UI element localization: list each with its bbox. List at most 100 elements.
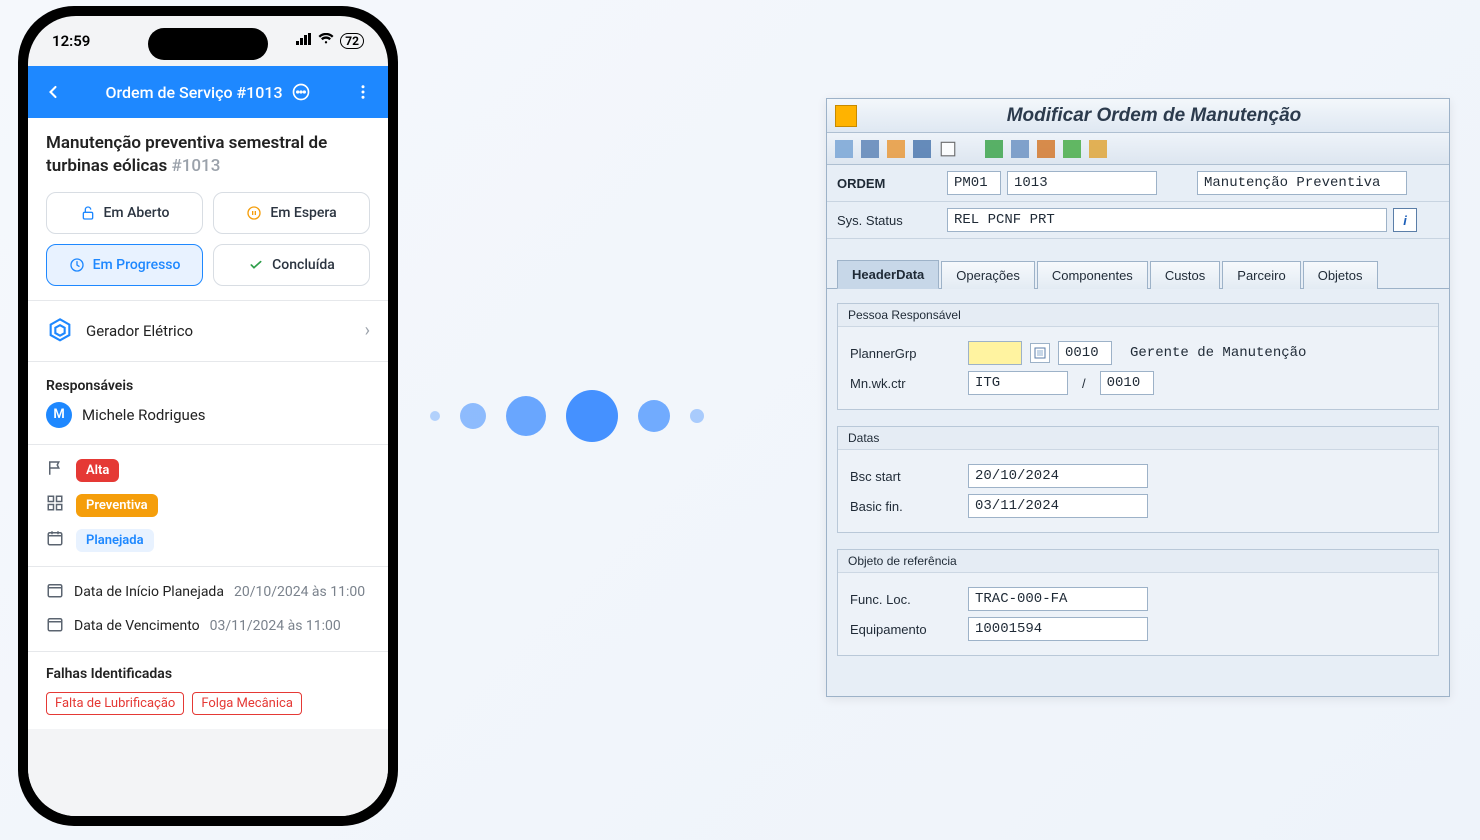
content-scroll[interactable]: Manutenção preventiva semestral de turbi… — [28, 118, 388, 816]
funcloc-input[interactable]: TRAC-000-FA — [968, 587, 1148, 611]
status-label: Sys. Status — [837, 213, 947, 228]
failures-block: Falhas Identificadas Falta de Lubrificaç… — [28, 652, 388, 729]
fieldset-legend: Objeto de referência — [838, 550, 1438, 573]
fieldset-legend: Pessoa Responsável — [838, 304, 1438, 327]
wifi-icon — [318, 33, 334, 49]
toolbar-icon[interactable] — [985, 140, 1003, 158]
slash-divider: / — [1076, 376, 1092, 391]
calendar-check-icon — [46, 529, 64, 551]
phone-frame: 12:59 72 Ordem de Serviço #1013 — [18, 6, 398, 826]
toolbar-icon[interactable] — [1089, 140, 1107, 158]
toolbar-icon[interactable] — [1063, 140, 1081, 158]
grid-icon — [46, 494, 64, 516]
start-date-value: 20/10/2024 às 11:00 — [234, 584, 365, 600]
responsible-person[interactable]: M Michele Rodrigues — [28, 402, 388, 445]
basicfin-input[interactable]: 03/11/2024 — [968, 494, 1148, 518]
asset-name: Gerador Elétrico — [86, 322, 193, 340]
failure-chip[interactable]: Folga Mecânica — [192, 692, 302, 715]
tab-operacoes[interactable]: Operações — [941, 261, 1035, 289]
toolbar-icon[interactable] — [1037, 140, 1055, 158]
toolbar-icon[interactable] — [861, 140, 879, 158]
sync-dots — [430, 390, 704, 442]
plannergrp-desc: Gerente de Manutenção — [1130, 345, 1306, 361]
fieldset-legend: Datas — [838, 427, 1438, 450]
info-icon[interactable]: i — [1393, 208, 1417, 232]
fieldset-datas: Datas Bsc start 20/10/2024 Basic fin. 03… — [837, 426, 1439, 533]
sap-toolbar — [827, 133, 1449, 165]
bscstart-label: Bsc start — [850, 469, 960, 484]
chat-icon[interactable] — [291, 82, 311, 102]
type-badge: Preventiva — [76, 494, 158, 517]
tab-objetos[interactable]: Objetos — [1303, 261, 1378, 289]
equip-input[interactable]: 10001594 — [968, 617, 1148, 641]
responsibles-label: Responsáveis — [28, 362, 388, 402]
check-icon — [248, 257, 264, 273]
wkctr-label: Mn.wk.ctr — [850, 376, 960, 391]
failure-chip[interactable]: Falta de Lubrificação — [46, 692, 184, 715]
picker-icon[interactable] — [1030, 343, 1050, 363]
status-input[interactable]: REL PCNF PRT — [947, 208, 1387, 232]
plannergrp-code[interactable]: 0010 — [1058, 341, 1112, 365]
basicfin-label: Basic fin. — [850, 499, 960, 514]
order-row: ORDEM PM01 1013 Manutenção Preventiva — [827, 165, 1449, 202]
tags-block: Alta Preventiva Planejada — [28, 445, 388, 567]
status-open-button[interactable]: Em Aberto — [46, 192, 203, 234]
battery-indicator: 72 — [340, 33, 364, 49]
tab-componentes[interactable]: Componentes — [1037, 261, 1148, 289]
dates-block: Data de Início Planejada 20/10/2024 às 1… — [28, 567, 388, 652]
failures-label: Falhas Identificadas — [46, 666, 370, 682]
calendar-icon — [46, 581, 64, 603]
sap-titlebar: Modificar Ordem de Manutenção — [827, 99, 1449, 133]
priority-badge: Alta — [76, 459, 119, 482]
workorder-card: Manutenção preventiva semestral de turbi… — [28, 118, 388, 301]
progress-icon — [69, 257, 85, 273]
equip-label: Equipamento — [850, 622, 960, 637]
tab-parceiro[interactable]: Parceiro — [1222, 261, 1300, 289]
flag-icon — [46, 459, 64, 481]
plannergrp-input[interactable] — [968, 341, 1022, 365]
wkctr-a-input[interactable]: ITG — [968, 371, 1068, 395]
sap-window: Modificar Ordem de Manutenção ORDEM PM01… — [826, 98, 1450, 697]
tab-custos[interactable]: Custos — [1150, 261, 1220, 289]
more-icon[interactable] — [352, 81, 374, 103]
toolbar-icon[interactable] — [913, 140, 931, 158]
clock: 12:59 — [52, 32, 90, 50]
toolbar-icon[interactable] — [835, 140, 853, 158]
order-desc-input[interactable]: Manutenção Preventiva — [1197, 171, 1407, 195]
asset-icon — [46, 317, 74, 345]
wkctr-b-input[interactable]: 0010 — [1100, 371, 1154, 395]
back-icon[interactable] — [42, 81, 64, 103]
tab-headerdata[interactable]: HeaderData — [837, 260, 939, 289]
person-name: Michele Rodrigues — [82, 406, 206, 424]
due-date-value: 03/11/2024 às 11:00 — [210, 618, 341, 634]
start-date-label: Data de Início Planejada — [74, 584, 224, 600]
app-header: Ordem de Serviço #1013 — [28, 66, 388, 118]
calendar-icon — [46, 615, 64, 637]
signal-icon — [296, 33, 312, 49]
sap-tabs: HeaderData Operações Componentes Custos … — [827, 239, 1449, 289]
due-date-label: Data de Vencimento — [74, 618, 200, 634]
toolbar-icon[interactable] — [887, 140, 905, 158]
state-badge: Planejada — [76, 529, 154, 552]
order-number-input[interactable]: 1013 — [1007, 171, 1157, 195]
status-progress-button[interactable]: Em Progresso — [46, 244, 203, 286]
phone-screen: 12:59 72 Ordem de Serviço #1013 — [28, 16, 388, 816]
pause-icon — [246, 205, 262, 221]
order-label: ORDEM — [837, 176, 947, 191]
sap-logo-icon — [835, 105, 857, 127]
sap-title: Modificar Ordem de Manutenção — [867, 105, 1441, 127]
toolbar-icon[interactable] — [1011, 140, 1029, 158]
asset-row[interactable]: Gerador Elétrico › — [28, 301, 388, 362]
status-done-button[interactable]: Concluída — [213, 244, 370, 286]
workorder-id: #1013 — [171, 156, 220, 176]
order-type-input[interactable]: PM01 — [947, 171, 1001, 195]
avatar: M — [46, 402, 72, 428]
fieldset-responsavel: Pessoa Responsável PlannerGrp 0010 Geren… — [837, 303, 1439, 410]
phone-notch — [148, 28, 268, 60]
page-title: Ordem de Serviço #1013 — [76, 82, 340, 102]
bscstart-input[interactable]: 20/10/2024 — [968, 464, 1148, 488]
toolbar-icon[interactable] — [939, 140, 957, 158]
chevron-right-icon: › — [365, 320, 370, 341]
funcloc-label: Func. Loc. — [850, 592, 960, 607]
status-waiting-button[interactable]: Em Espera — [213, 192, 370, 234]
